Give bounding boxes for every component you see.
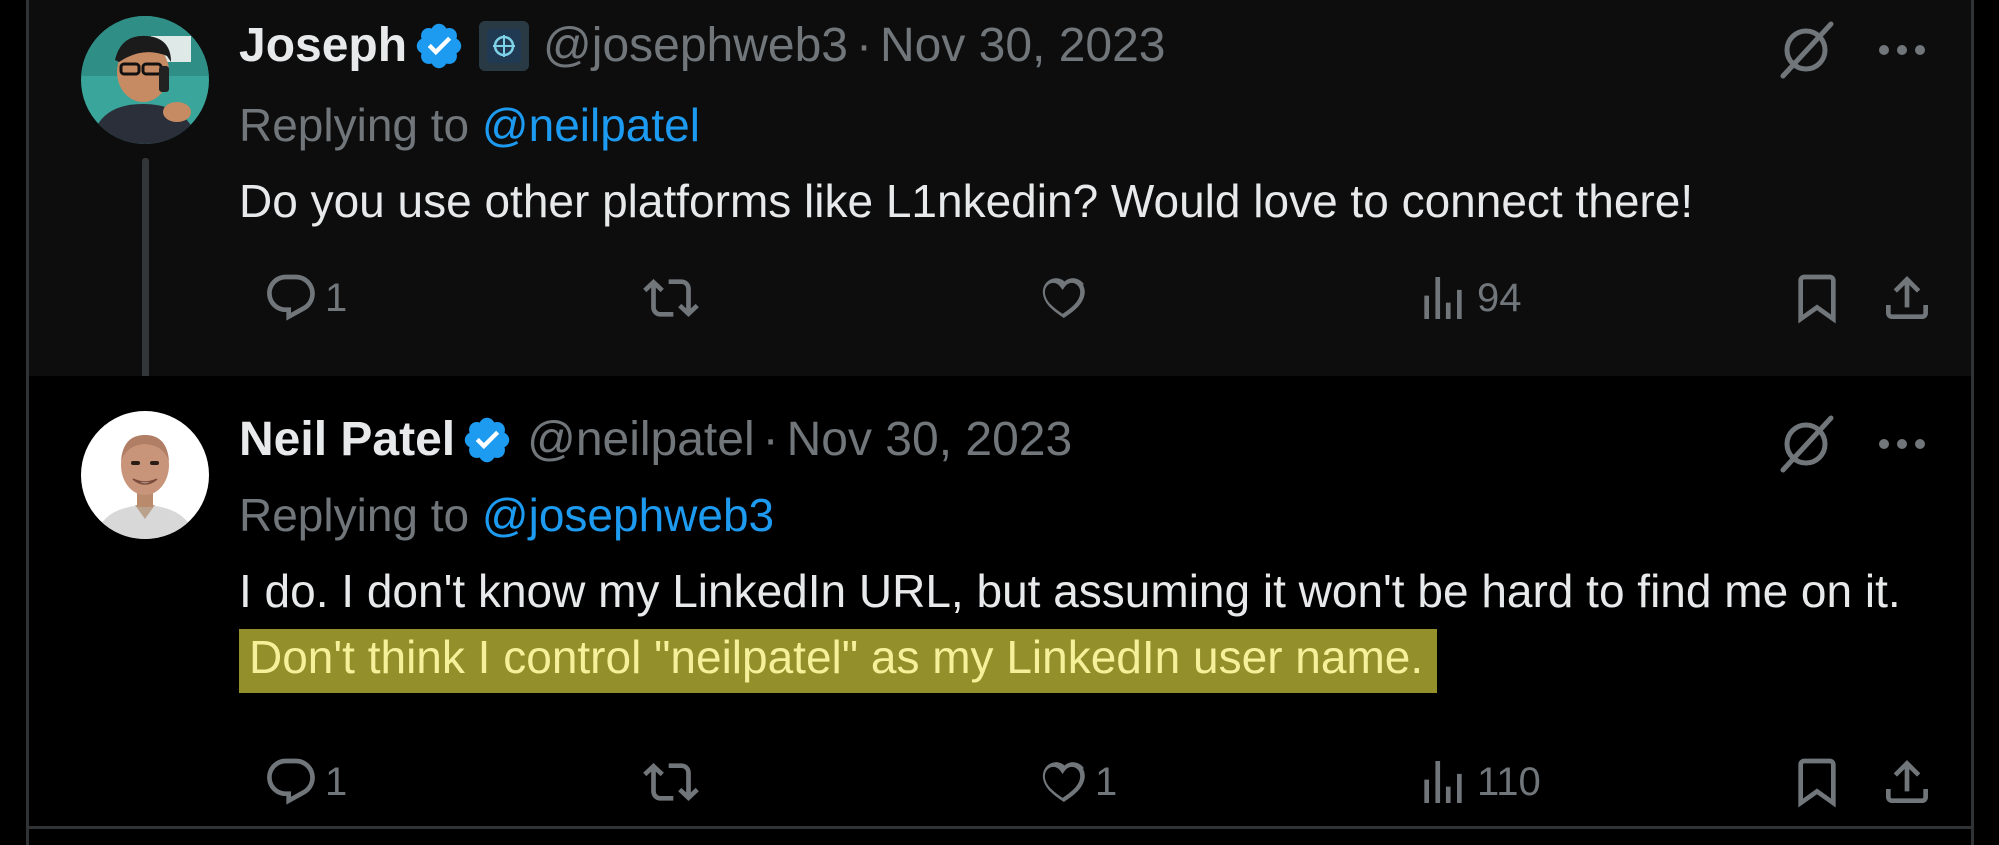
verified-badge-icon[interactable] (461, 414, 513, 466)
grok-icon[interactable] (1775, 18, 1837, 82)
views-icon (1424, 277, 1462, 319)
timeline-column: Joseph @josephweb3 · Nov 30, 2023 Replyi… (26, 0, 1974, 845)
avatar-joseph[interactable] (81, 16, 209, 144)
tweet-neil-patel[interactable]: Neil Patel @neilpatel · Nov 30, 2023 Rep… (29, 376, 1971, 826)
tweet-date[interactable]: Nov 30, 2023 (787, 412, 1073, 467)
author-handle[interactable]: @josephweb3 (543, 18, 848, 73)
reply-icon (267, 758, 315, 805)
tweet-text-plain: I do. I don't know my LinkedIn URL, but … (239, 565, 1901, 617)
tweet-text: I do. I don't know my LinkedIn URL, but … (239, 558, 1979, 693)
reply-icon (267, 274, 315, 321)
bookmark-icon (1798, 758, 1836, 808)
tweet-top-actions (1775, 18, 1927, 82)
share-icon (1886, 760, 1928, 803)
header-separator: · (762, 413, 779, 466)
share-icon (1886, 276, 1928, 319)
author-handle[interactable]: @neilpatel (527, 412, 755, 467)
tweet-text: Do you use other platforms like L1nkedin… (239, 175, 1694, 227)
retweet-icon (643, 763, 699, 801)
divider (29, 826, 1971, 829)
tweet-date[interactable]: Nov 30, 2023 (880, 18, 1166, 73)
tweet-top-actions (1775, 412, 1927, 476)
tweet-header: Joseph @josephweb3 · Nov 30, 2023 (239, 18, 1166, 73)
tweet-actions: 1 94 (239, 270, 1959, 340)
share-button[interactable] (1879, 754, 1935, 810)
author-name[interactable]: Neil Patel (239, 412, 455, 467)
like-icon (1042, 762, 1085, 802)
views-count: 94 (1477, 275, 1522, 320)
replying-to: Replying to @neilpatel (239, 98, 700, 152)
replying-to-link[interactable]: @josephweb3 (482, 489, 774, 541)
views-button[interactable]: 110 (1415, 754, 1541, 810)
thread-connector (142, 158, 149, 398)
verified-badge-icon[interactable] (413, 20, 465, 72)
header-separator: · (855, 19, 872, 72)
bookmark-button[interactable] (1789, 754, 1845, 810)
reply-button[interactable]: 1 (263, 270, 347, 326)
grok-icon[interactable] (1775, 412, 1837, 476)
views-button[interactable]: 94 (1415, 270, 1522, 326)
replying-to-label: Replying to (239, 489, 470, 541)
share-button[interactable] (1879, 270, 1935, 326)
like-icon (1042, 278, 1085, 318)
replying-to-label: Replying to (239, 99, 470, 151)
avatar-neil-patel[interactable] (81, 411, 209, 539)
like-button[interactable] (1033, 270, 1095, 326)
like-count: 1 (1095, 759, 1118, 804)
replying-to: Replying to @josephweb3 (239, 488, 774, 542)
bookmark-button[interactable] (1789, 270, 1845, 326)
reply-button[interactable]: 1 (263, 754, 347, 810)
tweet-joseph[interactable]: Joseph @josephweb3 · Nov 30, 2023 Replyi… (29, 0, 1971, 376)
tweet-header: Neil Patel @neilpatel · Nov 30, 2023 (239, 412, 1072, 467)
tweet-actions: 1 1 110 (239, 754, 1959, 824)
bookmark-icon (1798, 274, 1836, 324)
views-icon (1424, 761, 1462, 803)
affiliate-badge-icon[interactable] (479, 20, 530, 71)
more-icon[interactable] (1877, 437, 1927, 451)
reply-count: 1 (325, 759, 348, 804)
tweet-text-highlight: Don't think I control "neilpatel" as my … (239, 629, 1438, 693)
retweet-icon (643, 279, 699, 317)
reply-count: 1 (325, 275, 348, 320)
more-icon[interactable] (1877, 43, 1927, 57)
retweet-button[interactable] (643, 754, 705, 810)
views-count: 110 (1477, 759, 1541, 804)
retweet-button[interactable] (643, 270, 705, 326)
like-button[interactable]: 1 (1033, 754, 1117, 810)
replying-to-link[interactable]: @neilpatel (482, 99, 700, 151)
author-name[interactable]: Joseph (239, 18, 407, 73)
